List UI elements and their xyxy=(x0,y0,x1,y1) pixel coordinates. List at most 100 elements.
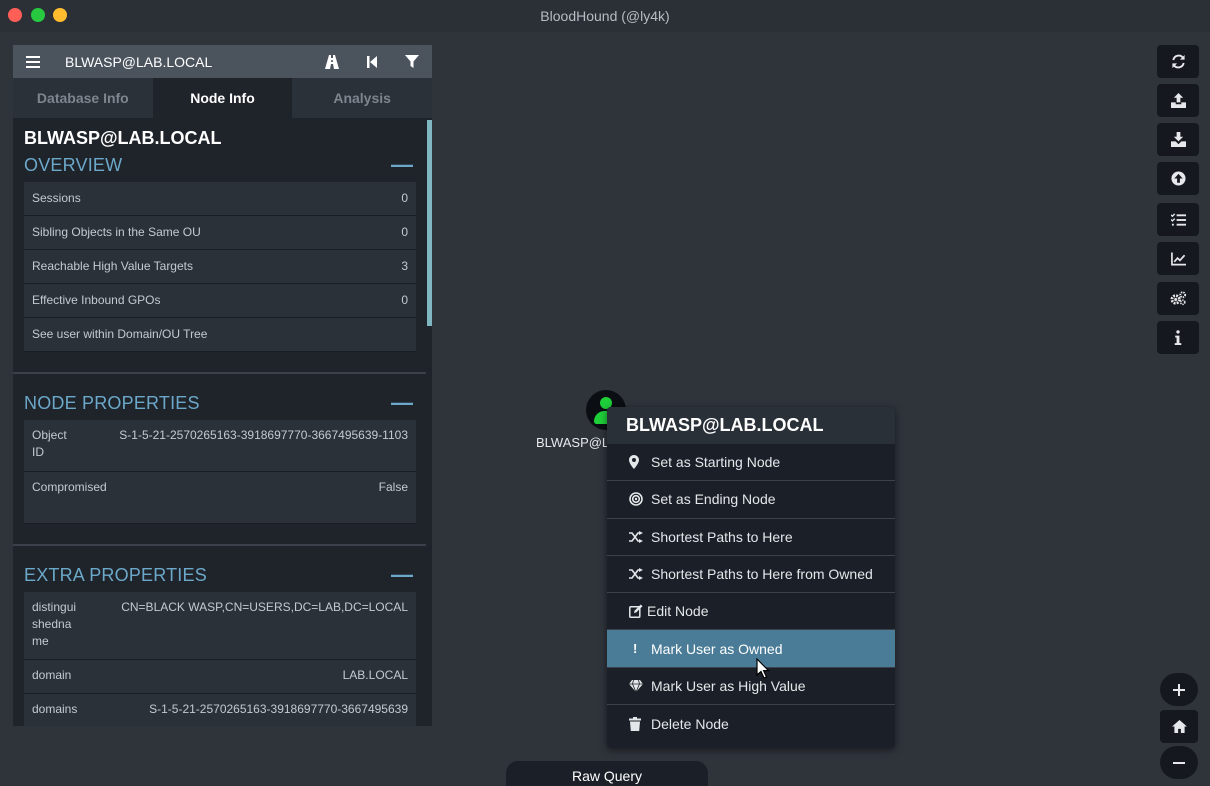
user-node-label: BLWASP@L xyxy=(536,435,610,450)
collapse-icon[interactable]: — xyxy=(391,564,413,586)
tab-database-info[interactable]: Database Info xyxy=(13,78,153,118)
menu-item-label: Shortest Paths to Here from Owned xyxy=(651,566,873,583)
panel-tabs: Database Info Node Info Analysis xyxy=(13,78,432,118)
node-info-panel: BLWASP@LAB.LOCAL Database Info Node Info… xyxy=(13,45,432,726)
row-label: See user within Domain/OU Tree xyxy=(32,327,208,341)
title-bar: BloodHound (@ly4k) xyxy=(0,0,1210,32)
filter-icon[interactable] xyxy=(392,45,432,78)
upload-data-button[interactable] xyxy=(1157,162,1199,195)
window-title: BloodHound (@ly4k) xyxy=(540,8,670,24)
refresh-icon xyxy=(1171,54,1185,69)
property-row-compromised[interactable]: Compromised False xyxy=(24,472,416,524)
random-icon xyxy=(629,568,651,581)
node-properties-title: NODE PROPERTIES xyxy=(24,392,200,413)
chart-line-icon xyxy=(1170,251,1186,265)
property-row-domain[interactable]: domain LAB.LOCAL xyxy=(24,660,416,694)
menu-item-mark-high-value[interactable]: Mark User as High Value xyxy=(607,668,895,706)
mouse-cursor-icon xyxy=(756,657,770,685)
row-label: Sibling Objects in the Same OU xyxy=(32,225,201,239)
row-value: 0 xyxy=(401,225,408,239)
map-marker-icon xyxy=(629,455,651,470)
overview-title: OVERVIEW xyxy=(24,154,123,175)
raw-query-toggle[interactable]: Raw Query xyxy=(506,761,708,786)
row-value: S-1-5-21-2570265163-3918697770-366749563… xyxy=(119,428,408,442)
minus-icon xyxy=(1173,761,1185,764)
search-input[interactable]: BLWASP@LAB.LOCAL xyxy=(65,54,312,70)
menu-item-delete-node[interactable]: Delete Node xyxy=(607,705,895,742)
gem-icon xyxy=(629,679,651,692)
row-value: CN=BLACK WASP,CN=USERS,DC=LAB,DC=LOCAL xyxy=(121,600,408,614)
overview-section-header[interactable]: OVERVIEW — xyxy=(24,150,413,180)
row-label: Compromised xyxy=(32,480,107,494)
overview-row-inbound-gpos[interactable]: Effective Inbound GPOs 0 xyxy=(24,284,416,318)
menu-item-label: Set as Starting Node xyxy=(651,454,781,471)
menu-item-label: Edit Node xyxy=(647,603,709,620)
collapse-icon[interactable]: — xyxy=(391,392,413,414)
property-row-object-id[interactable]: Object ID S-1-5-21-2570265163-3918697770… xyxy=(24,420,416,472)
row-value: 0 xyxy=(401,293,408,307)
menu-item-label: Mark User as Owned xyxy=(651,640,783,657)
info-icon xyxy=(1174,330,1182,345)
pathfinding-road-icon[interactable] xyxy=(312,45,352,78)
context-menu-title: BLWASP@LAB.LOCAL xyxy=(607,407,895,444)
menu-item-label: Set as Ending Node xyxy=(651,491,776,508)
exclamation-icon: ! xyxy=(633,641,638,657)
reset-view-button[interactable] xyxy=(1160,710,1198,743)
row-label: Reachable High Value Targets xyxy=(32,259,193,273)
zoom-in-button[interactable] xyxy=(1160,673,1198,706)
upload-icon xyxy=(1170,93,1186,108)
menu-item-edit-node[interactable]: Edit Node xyxy=(607,593,895,631)
row-value: LAB.LOCAL xyxy=(342,668,408,682)
overview-row-sessions[interactable]: Sessions 0 xyxy=(24,182,416,216)
bullseye-icon xyxy=(629,492,651,507)
cogs-icon xyxy=(1170,291,1186,306)
overview-rows: Sessions 0 Sibling Objects in the Same O… xyxy=(24,182,416,352)
extra-properties-section-header[interactable]: EXTRA PROPERTIES — xyxy=(24,560,413,590)
extra-properties-rows: distinguishedname CN=BLACK WASP,CN=USERS… xyxy=(24,592,416,726)
menu-item-set-starting-node[interactable]: Set as Starting Node xyxy=(607,444,895,482)
hamburger-menu-icon[interactable] xyxy=(13,45,53,78)
edit-icon xyxy=(629,604,647,619)
trash-icon xyxy=(629,716,651,731)
zoom-out-button[interactable] xyxy=(1160,746,1198,779)
menu-item-label: Delete Node xyxy=(651,715,729,732)
collapse-icon[interactable]: — xyxy=(391,154,413,176)
row-value: 3 xyxy=(401,259,408,273)
property-row-domains[interactable]: domains S-1-5-21-2570265163-3918697770-3… xyxy=(24,694,416,726)
row-label: Object ID xyxy=(32,428,67,459)
row-value: S-1-5-21-2570265163-3918697770-366749563… xyxy=(149,702,408,716)
export-graph-button[interactable] xyxy=(1157,84,1199,117)
menu-item-set-ending-node[interactable]: Set as Ending Node xyxy=(607,481,895,519)
query-list-button[interactable] xyxy=(1157,203,1199,236)
import-graph-button[interactable] xyxy=(1157,123,1199,156)
row-label: Effective Inbound GPOs xyxy=(32,293,161,307)
section-divider xyxy=(13,372,426,374)
node-properties-section-header[interactable]: NODE PROPERTIES — xyxy=(24,388,413,418)
extra-properties-title: EXTRA PROPERTIES xyxy=(24,564,207,585)
row-label: distinguishedname xyxy=(32,600,77,648)
overview-row-domain-ou-tree[interactable]: See user within Domain/OU Tree xyxy=(24,318,416,352)
settings-button[interactable] xyxy=(1157,282,1199,315)
stats-button[interactable] xyxy=(1157,242,1199,275)
property-row-distinguishedname[interactable]: distinguishedname CN=BLACK WASP,CN=USERS… xyxy=(24,592,416,660)
home-icon xyxy=(1171,720,1187,733)
refresh-button[interactable] xyxy=(1157,45,1199,78)
row-value: 0 xyxy=(401,191,408,205)
random-icon xyxy=(629,530,651,543)
panel-scrollbar[interactable] xyxy=(427,120,432,326)
overview-row-sibling-objects[interactable]: Sibling Objects in the Same OU 0 xyxy=(24,216,416,250)
back-step-icon[interactable] xyxy=(352,45,392,78)
menu-item-label: Shortest Paths to Here xyxy=(651,528,793,545)
section-divider xyxy=(13,544,426,546)
tab-node-info[interactable]: Node Info xyxy=(152,78,293,118)
menu-item-label: Mark User as High Value xyxy=(651,677,806,694)
plus-icon xyxy=(1173,683,1185,696)
tab-analysis[interactable]: Analysis xyxy=(292,78,432,118)
about-button[interactable] xyxy=(1157,321,1199,354)
menu-item-shortest-paths-here[interactable]: Shortest Paths to Here xyxy=(607,519,895,556)
overview-row-reachable-high-value[interactable]: Reachable High Value Targets 3 xyxy=(24,250,416,284)
node-context-menu: BLWASP@LAB.LOCAL Set as Starting Node Se… xyxy=(607,407,895,748)
menu-item-mark-owned[interactable]: ! Mark User as Owned xyxy=(607,630,895,668)
menu-item-shortest-paths-from-owned[interactable]: Shortest Paths to Here from Owned xyxy=(607,556,895,594)
arrow-circle-up-icon xyxy=(1170,171,1186,186)
